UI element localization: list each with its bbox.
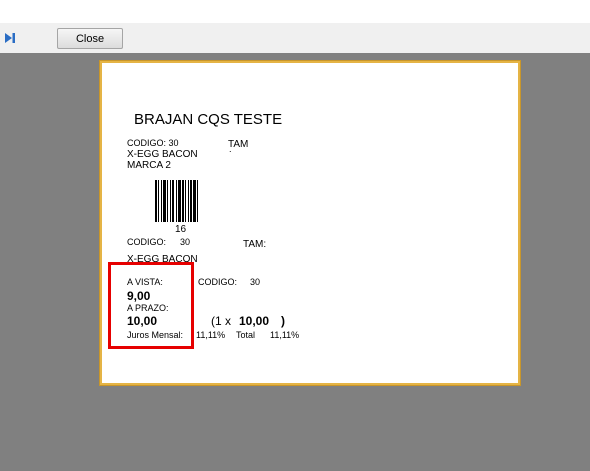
codigo-value-2: 30 bbox=[180, 237, 191, 247]
report-toolbar: Close bbox=[0, 23, 590, 53]
codigo-label-3: CODIGO: bbox=[198, 277, 238, 287]
store-name: BRAJAN CQS TESTE bbox=[134, 111, 283, 128]
barcode-number: 16 bbox=[175, 224, 187, 235]
barcode-image bbox=[155, 180, 198, 222]
brand-name: MARCA 2 bbox=[127, 160, 171, 171]
print-preview-page: BRAJAN CQS TESTE CODIGO: 30 TAM . X-EGG … bbox=[100, 61, 520, 385]
total-value: 11,11% bbox=[270, 330, 300, 340]
total-label: Total bbox=[236, 330, 256, 340]
codigo-label-2: CODIGO: bbox=[127, 237, 167, 247]
window-top-strip bbox=[0, 0, 590, 23]
product-name-1: X-EGG BACON bbox=[127, 149, 198, 160]
price-highlight-box bbox=[108, 262, 194, 349]
tam-value-1: . bbox=[229, 144, 232, 154]
tam-label-2: TAM: bbox=[243, 239, 267, 250]
installment-open: (1 x bbox=[211, 314, 232, 328]
codigo-line-1: CODIGO: 30 bbox=[127, 138, 179, 148]
juros-value: 11,11% bbox=[196, 330, 226, 340]
installment-close: ) bbox=[281, 314, 285, 328]
codigo-value-3: 30 bbox=[250, 277, 261, 287]
installment-value: 10,00 bbox=[239, 314, 270, 328]
close-button[interactable]: Close bbox=[57, 28, 123, 49]
last-page-icon[interactable] bbox=[4, 32, 16, 44]
